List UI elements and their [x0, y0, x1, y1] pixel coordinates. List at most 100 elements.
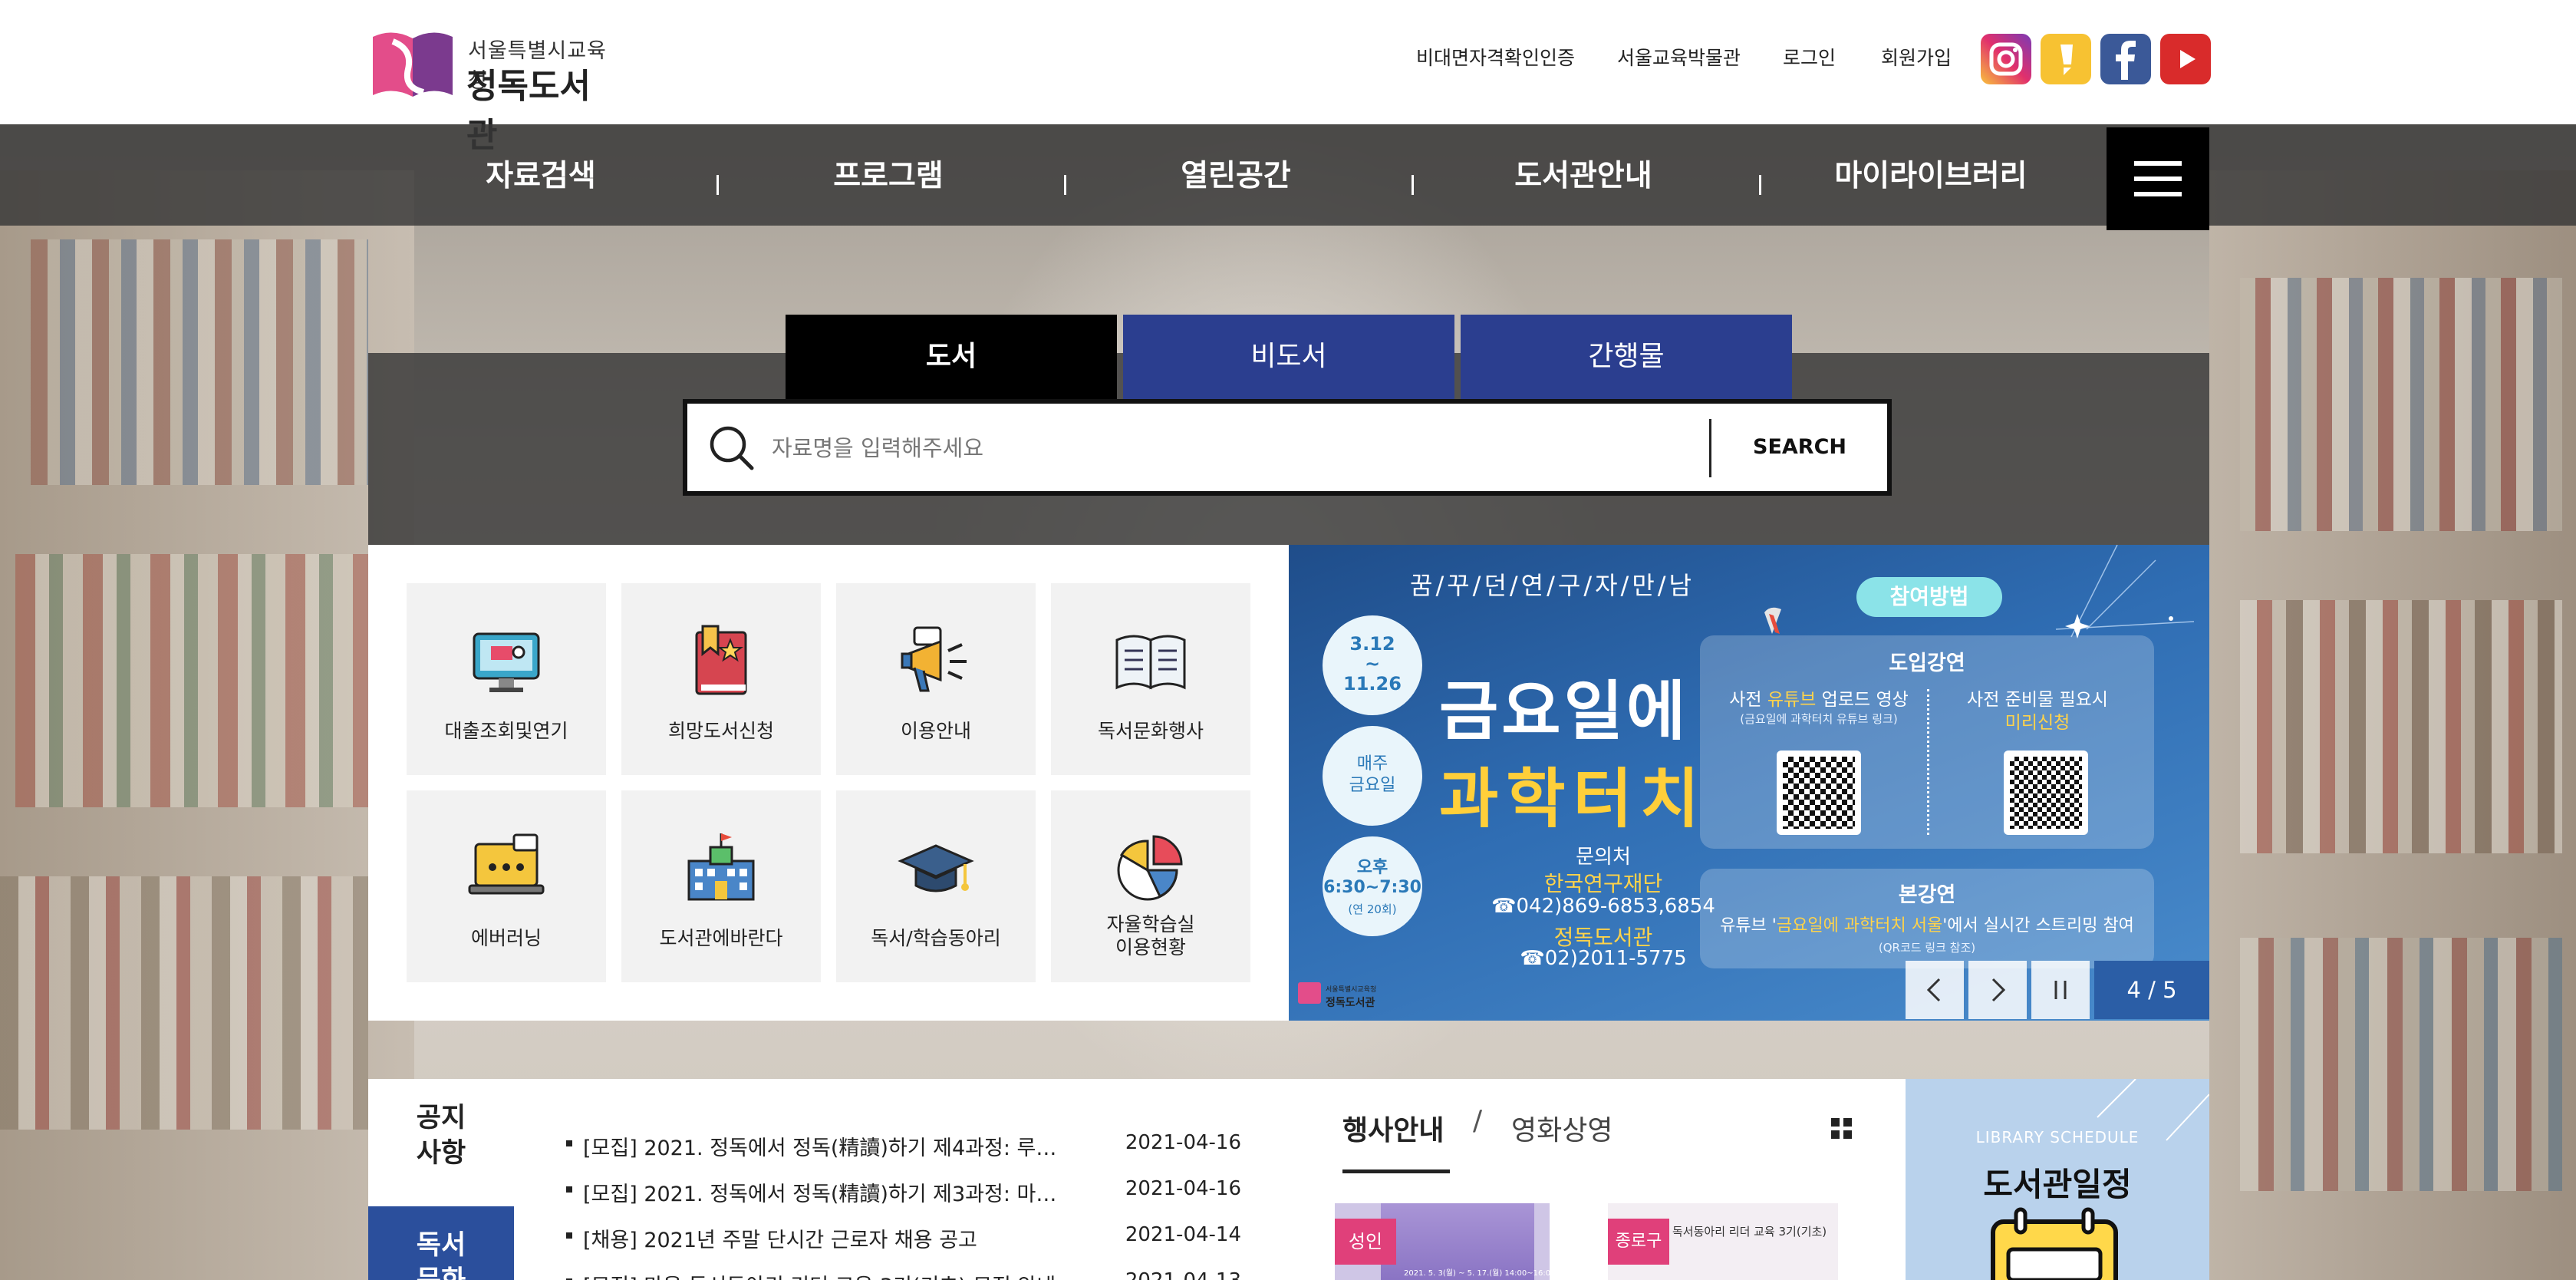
- qr-code-icon: [2004, 751, 2088, 835]
- quick-menu-item[interactable]: 도서관에바란다: [621, 790, 821, 982]
- banner-next-button[interactable]: [1968, 961, 2027, 1019]
- event-banner[interactable]: 꿈/꾸/던/연/구/자/만/남 3.12 ~ 11.26 매주 금요일 오후 6…: [1289, 545, 2209, 1021]
- util-link-login[interactable]: 로그인: [1783, 43, 1836, 71]
- quick-menu-item[interactable]: 독서/학습동아리: [836, 790, 1036, 982]
- list-item[interactable]: [모집] 마을 독서동아리 리더 교육 3기(기초) 모집 안내 2021-04…: [566, 1269, 1241, 1280]
- search-divider: [1709, 419, 1711, 477]
- laptop-learning-icon: [468, 833, 545, 895]
- intro-left-note: (금요일에 과학터치 유튜브 링크): [1740, 712, 1898, 726]
- library-schedule[interactable]: LIBRARY SCHEDULE 도서관일정: [1906, 1079, 2209, 1280]
- quick-menu-label: 자율학습실 이용현황: [1106, 913, 1195, 958]
- banner-title-line1: 금요일에: [1439, 674, 1689, 749]
- badge-time-main: 오후 6:30~7:30: [1323, 858, 1421, 897]
- pause-icon: [2054, 981, 2067, 999]
- banner-prev-button[interactable]: [1906, 961, 1964, 1019]
- search-tab-periodicals[interactable]: 간행물: [1461, 315, 1792, 399]
- main-lecture-note: (QR코드 링크 참조): [1878, 941, 1976, 955]
- list-item[interactable]: [채용] 2021년 주말 단시간 근로자 채용 공고 2021-04-14: [566, 1223, 1241, 1252]
- intro-right-title2: 미리신청: [2004, 713, 2070, 733]
- tab-separator: /: [1473, 1105, 1483, 1136]
- notice-title: [모집] 2021. 정독에서 정독(精讀)하기 제4과정: 루…: [583, 1136, 1057, 1160]
- quick-menu-label: 독서/학습동아리: [871, 927, 1001, 949]
- monitor-icon: [473, 632, 540, 692]
- event-thumbnail[interactable]: 성인 2021. 5. 3(월) ~ 5. 17.(월) 14:00~16:00: [1335, 1203, 1550, 1280]
- hamburger-icon[interactable]: [2107, 127, 2209, 230]
- quick-menu-label: 희망도서신청: [667, 720, 774, 742]
- book-bookmark-icon: [695, 625, 747, 695]
- pie-chart-icon: [1117, 835, 1183, 901]
- quick-menu: 대출조회및연기 희망도서신청 이용안내 독서문화행사 에버러닝 도서관에바란다 …: [368, 545, 1289, 1021]
- calendar-icon: [1991, 1207, 2118, 1280]
- intro-left-title: 사전 유튜브 업로드 영상: [1729, 690, 1909, 710]
- util-link-identity[interactable]: 비대면자격확인인증: [1416, 43, 1575, 71]
- bullet: [566, 1186, 572, 1193]
- event-tag: 종로구: [1608, 1219, 1669, 1265]
- banner-pause-button[interactable]: [2031, 961, 2090, 1019]
- search-tab-books[interactable]: 도서: [786, 315, 1117, 399]
- schedule-eyebrow: LIBRARY SCHEDULE: [1975, 1128, 2140, 1146]
- main-lecture-card: 본강연 유튜브 '금요일에 과학터치 서울'에서 실시간 스트리밍 참여 (QR…: [1700, 869, 2154, 968]
- notice-date: 2021-04-14: [1125, 1223, 1241, 1246]
- list-item[interactable]: [모집] 2021. 정독에서 정독(精讀)하기 제4과정: 루… 2021-0…: [566, 1131, 1241, 1160]
- gnb-item-open-space[interactable]: 열린공간: [1121, 152, 1351, 195]
- banner-counter: 4 / 5: [2094, 961, 2209, 1019]
- banner-footer-logo: 서울특별시교육청 정독도서관: [1298, 979, 1390, 1010]
- gnb-item-library-info[interactable]: 도서관안내: [1468, 152, 1698, 195]
- banner-title-line2: 과학터치: [1439, 761, 1708, 836]
- quick-menu-item[interactable]: 독서문화행사: [1051, 583, 1250, 775]
- quick-menu-item[interactable]: 대출조회및연기: [407, 583, 606, 775]
- util-link-signup[interactable]: 회원가입: [1881, 43, 1952, 71]
- bullet: [566, 1232, 572, 1239]
- quick-menu-label: 도서관에바란다: [659, 927, 783, 949]
- join-method-pill: 참여방법: [1856, 577, 2002, 617]
- intro-lecture-card: 도입강연 사전 유튜브 업로드 영상 (금요일에 과학터치 유튜브 링크) 사전…: [1700, 635, 2154, 849]
- facebook-icon[interactable]: [2100, 34, 2151, 84]
- gnb-item-program[interactable]: 프로그램: [773, 152, 1003, 195]
- main-lecture-title: 본강연: [1898, 883, 1956, 907]
- qr-code-icon: [1777, 751, 1861, 835]
- graduation-cap-icon: [898, 844, 974, 892]
- kakao-icon[interactable]: [2041, 34, 2091, 84]
- youtube-icon[interactable]: [2160, 34, 2211, 84]
- intro-right-title: 사전 준비물 필요시: [1967, 690, 2108, 710]
- util-link-museum[interactable]: 서울교육박물관: [1617, 43, 1741, 71]
- notice-section: 공지 사항 독서 문화 [모집] 2021. 정독에서 정독(精讀)하기 제4과…: [368, 1079, 1289, 1280]
- quick-menu-item[interactable]: 에버러닝: [407, 790, 606, 982]
- tab-events[interactable]: 행사안내: [1342, 1108, 1444, 1148]
- intro-divider: [1927, 689, 1929, 835]
- notice-title: [모집] 2021. 정독에서 정독(精讀)하기 제3과정: 마…: [583, 1183, 1057, 1206]
- chevron-left-icon: [1926, 978, 1941, 1002]
- badge-time-note: (연 20회): [1348, 902, 1397, 916]
- events-section: 행사안내 / 영화상영 성인 2021. 5. 3(월) ~ 5. 17.(월)…: [1289, 1079, 1906, 1280]
- gnb-item-my-library[interactable]: 마이라이브러리: [1816, 152, 2046, 195]
- tab-movies[interactable]: 영화상영: [1511, 1108, 1612, 1148]
- notice-date: 2021-04-13: [1125, 1269, 1241, 1280]
- tab-underline: [1342, 1169, 1450, 1173]
- search-tab-nonbooks[interactable]: 비도서: [1123, 315, 1454, 399]
- tab-notice[interactable]: 공지 사항: [368, 1079, 514, 1206]
- grid-icon[interactable]: [1830, 1117, 1853, 1140]
- event-thumbnail[interactable]: 종로구 독서동아리 리더 교육 3기(기초): [1608, 1203, 1838, 1280]
- gnb-separator: [1412, 175, 1414, 195]
- quick-menu-item[interactable]: 이용안내: [836, 583, 1036, 775]
- search-icon: [710, 426, 754, 470]
- badge-day: 매주 금요일: [1323, 726, 1422, 826]
- tab-reading-culture[interactable]: 독서 문화: [368, 1206, 514, 1280]
- site-logo[interactable]: 서울특별시교육청 정독도서관: [370, 26, 615, 155]
- event-thumb-line: 독서동아리 리더 교육 3기(기초): [1672, 1225, 1827, 1239]
- search-input[interactable]: [770, 421, 1609, 476]
- gnb-item-search[interactable]: 자료검색: [426, 152, 656, 195]
- gnb-separator: [716, 175, 719, 195]
- badge-time: 오후 6:30~7:30 (연 20회): [1323, 836, 1422, 936]
- search-button[interactable]: SEARCH: [1712, 404, 1887, 491]
- schedule-title: 도서관일정: [1983, 1166, 2132, 1203]
- main-lecture-line: 유튜브 '금요일에 과학터치 서울'에서 실시간 스트리밍 참여: [1720, 916, 2134, 935]
- intro-lecture-title: 도입강연: [1889, 652, 1965, 675]
- notice-title: [채용] 2021년 주말 단시간 근로자 채용 공고: [583, 1229, 977, 1252]
- quick-menu-label: 대출조회및연기: [444, 720, 568, 742]
- instagram-icon[interactable]: [1981, 34, 2031, 84]
- quick-menu-item[interactable]: 희망도서신청: [621, 583, 821, 775]
- list-item[interactable]: [모집] 2021. 정독에서 정독(精讀)하기 제3과정: 마… 2021-0…: [566, 1177, 1241, 1206]
- quick-menu-item[interactable]: 자율학습실 이용현황: [1051, 790, 1250, 982]
- notice-date: 2021-04-16: [1125, 1177, 1241, 1200]
